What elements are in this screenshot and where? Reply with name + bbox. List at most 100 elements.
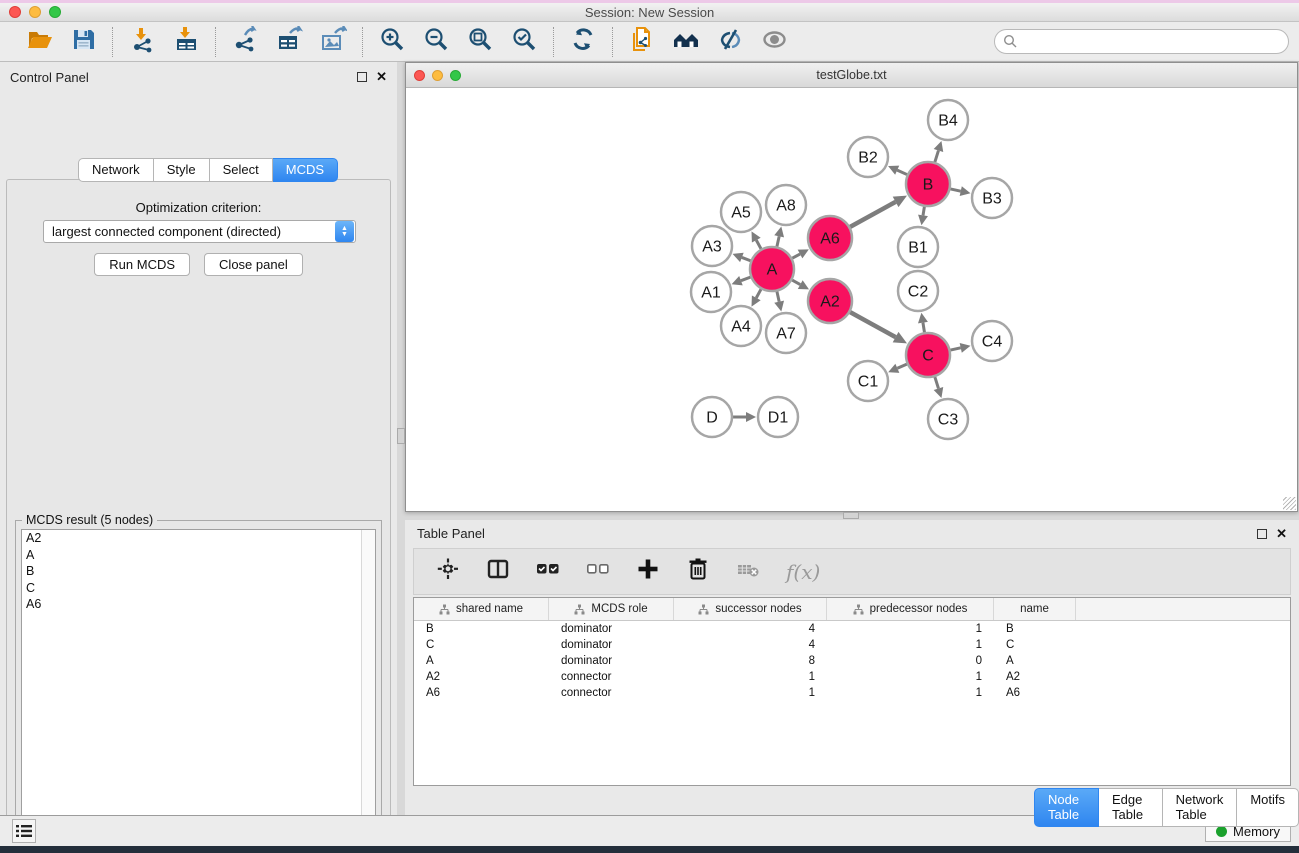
search-input[interactable] bbox=[994, 29, 1289, 54]
edge-A-A6[interactable] bbox=[792, 254, 800, 258]
edge-C-C2[interactable] bbox=[923, 323, 925, 333]
select-all-button[interactable] bbox=[536, 557, 560, 586]
run-mcds-button[interactable]: Run MCDS bbox=[94, 253, 190, 276]
table-row[interactable]: Bdominator41B bbox=[414, 621, 1290, 637]
cell-name[interactable]: A6 bbox=[994, 687, 1076, 699]
zoom-out-button[interactable] bbox=[419, 26, 453, 58]
cell-mcds-role[interactable]: connector bbox=[549, 687, 674, 699]
float-table-panel-icon[interactable] bbox=[1257, 529, 1267, 539]
cell-successor-nodes[interactable]: 8 bbox=[674, 655, 827, 667]
edge-B-B1[interactable] bbox=[923, 207, 924, 216]
cell-predecessor-nodes[interactable]: 0 bbox=[827, 655, 994, 667]
mcds-result-item[interactable]: A bbox=[22, 547, 361, 564]
cell-mcds-role[interactable]: connector bbox=[549, 671, 674, 683]
cell-successor-nodes[interactable]: 4 bbox=[674, 639, 827, 651]
edge-A-A8[interactable] bbox=[777, 236, 779, 246]
eye-button[interactable] bbox=[757, 26, 791, 58]
splitter-handle-horizontal[interactable] bbox=[843, 512, 859, 519]
cell-predecessor-nodes[interactable]: 1 bbox=[827, 687, 994, 699]
edge-B-B3[interactable] bbox=[950, 189, 960, 191]
edge-A-A5[interactable] bbox=[756, 240, 761, 249]
tab-network[interactable]: Network bbox=[78, 158, 154, 182]
cell-shared-name[interactable]: C bbox=[414, 639, 549, 651]
clone-network-button[interactable] bbox=[625, 26, 659, 58]
zoom-in-button[interactable] bbox=[375, 26, 409, 58]
column-header-shared-name[interactable]: shared name bbox=[414, 598, 549, 620]
mcds-result-list[interactable]: A2ABCA6 bbox=[21, 529, 376, 852]
column-header-MCDS-role[interactable]: MCDS role bbox=[549, 598, 674, 620]
split-view-button[interactable] bbox=[486, 557, 510, 586]
cell-successor-nodes[interactable]: 4 bbox=[674, 623, 827, 635]
delete-table-button[interactable] bbox=[736, 557, 760, 586]
export-table-button[interactable] bbox=[272, 26, 306, 58]
delete-button[interactable] bbox=[686, 557, 710, 586]
import-network-button[interactable] bbox=[125, 26, 159, 58]
tab-select[interactable]: Select bbox=[210, 158, 273, 182]
column-header-name[interactable]: name bbox=[994, 598, 1076, 620]
hide-details-button[interactable] bbox=[713, 26, 747, 58]
function-builder-icon[interactable]: f(x) bbox=[786, 560, 820, 584]
network-window-titlebar[interactable]: testGlobe.txt bbox=[406, 63, 1297, 88]
export-network-button[interactable] bbox=[228, 26, 262, 58]
cell-shared-name[interactable]: A6 bbox=[414, 687, 549, 699]
save-session-button[interactable] bbox=[66, 26, 100, 58]
float-panel-icon[interactable] bbox=[357, 72, 367, 82]
cell-successor-nodes[interactable]: 1 bbox=[674, 687, 827, 699]
tab-edge-table[interactable]: Edge Table bbox=[1099, 788, 1163, 827]
window-resize-grip[interactable] bbox=[1283, 497, 1296, 510]
network-graph-canvas[interactable]: B4B2BB3A8A5A6A3B1AC2A1A2A4A7C4CC1C3DD1 bbox=[406, 88, 1297, 511]
cell-predecessor-nodes[interactable]: 1 bbox=[827, 623, 994, 635]
edge-A-A7[interactable] bbox=[777, 291, 779, 301]
open-file-button[interactable] bbox=[22, 26, 56, 58]
gear-button[interactable] bbox=[436, 557, 460, 586]
cell-shared-name[interactable]: B bbox=[414, 623, 549, 635]
export-image-button[interactable] bbox=[316, 26, 350, 58]
cell-mcds-role[interactable]: dominator bbox=[549, 655, 674, 667]
cell-name[interactable]: A2 bbox=[994, 671, 1076, 683]
edge-A-A3[interactable] bbox=[742, 257, 751, 260]
column-header-successor-nodes[interactable]: successor nodes bbox=[674, 598, 827, 620]
edge-A2-C[interactable] bbox=[850, 312, 895, 337]
cell-mcds-role[interactable]: dominator bbox=[549, 623, 674, 635]
table-row[interactable]: A6connector11A6 bbox=[414, 685, 1290, 701]
mcds-result-item[interactable]: A2 bbox=[22, 530, 361, 547]
close-table-panel-icon[interactable]: ✕ bbox=[1276, 529, 1287, 539]
zoom-fit-button[interactable] bbox=[463, 26, 497, 58]
refresh-button[interactable] bbox=[566, 26, 600, 58]
cell-successor-nodes[interactable]: 1 bbox=[674, 671, 827, 683]
edge-A-A2[interactable] bbox=[792, 280, 800, 284]
cell-mcds-role[interactable]: dominator bbox=[549, 639, 674, 651]
edge-A-A4[interactable] bbox=[756, 289, 761, 298]
cell-shared-name[interactable]: A bbox=[414, 655, 549, 667]
edge-C-C3[interactable] bbox=[935, 377, 939, 389]
deselect-all-button[interactable] bbox=[586, 557, 610, 586]
mcds-result-item[interactable]: B bbox=[22, 563, 361, 580]
cell-name[interactable]: C bbox=[994, 639, 1076, 651]
tab-motifs[interactable]: Motifs bbox=[1237, 788, 1299, 827]
add-button[interactable] bbox=[636, 557, 660, 586]
tab-style[interactable]: Style bbox=[154, 158, 210, 182]
tab-mcds[interactable]: MCDS bbox=[273, 158, 338, 182]
close-panel-button[interactable]: Close panel bbox=[204, 253, 303, 276]
column-header-predecessor-nodes[interactable]: predecessor nodes bbox=[827, 598, 994, 620]
mcds-result-item[interactable]: A6 bbox=[22, 596, 361, 613]
import-table-button[interactable] bbox=[169, 26, 203, 58]
cell-name[interactable]: A bbox=[994, 655, 1076, 667]
table-row[interactable]: A2connector11A2 bbox=[414, 669, 1290, 685]
tab-network-table[interactable]: Network Table bbox=[1163, 788, 1238, 827]
splitter-handle-vertical[interactable] bbox=[397, 428, 405, 444]
edge-C-C4[interactable] bbox=[950, 348, 960, 350]
edge-A6-B[interactable] bbox=[850, 202, 895, 227]
close-panel-icon[interactable]: ✕ bbox=[376, 72, 387, 82]
cell-predecessor-nodes[interactable]: 1 bbox=[827, 639, 994, 651]
cell-shared-name[interactable]: A2 bbox=[414, 671, 549, 683]
node-table[interactable]: shared nameMCDS rolesuccessor nodesprede… bbox=[413, 597, 1291, 786]
tab-node-table[interactable]: Node Table bbox=[1034, 788, 1099, 827]
mcds-list-scrollbar[interactable] bbox=[361, 530, 375, 851]
home-button[interactable] bbox=[669, 26, 703, 58]
edge-C-C1[interactable] bbox=[897, 364, 907, 368]
cell-predecessor-nodes[interactable]: 1 bbox=[827, 671, 994, 683]
table-row[interactable]: Cdominator41C bbox=[414, 637, 1290, 653]
cell-name[interactable]: B bbox=[994, 623, 1076, 635]
zoom-selected-button[interactable] bbox=[507, 26, 541, 58]
